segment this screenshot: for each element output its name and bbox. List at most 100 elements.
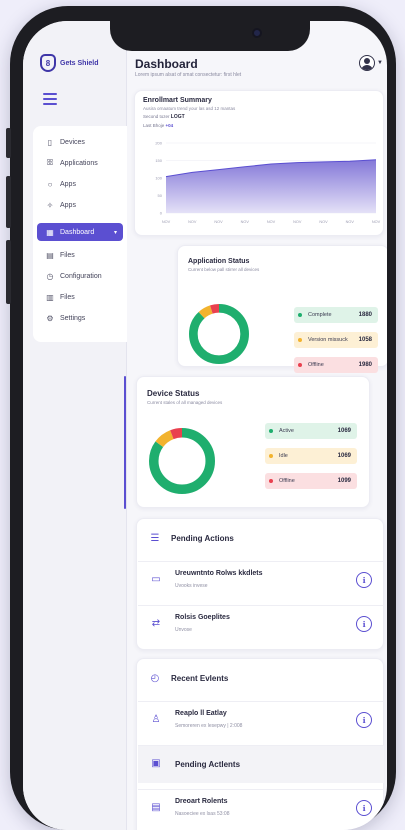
- application-status-donut: [189, 304, 249, 364]
- sidebar-item-label: Files: [60, 293, 75, 301]
- section-title: Pending Actions: [171, 534, 234, 543]
- application-status-card: Application Status Current below pall st…: [177, 245, 387, 373]
- stat-line: Second tozer LOGT: [143, 114, 235, 120]
- sidebar-item-label: Apps: [60, 180, 76, 188]
- card-subtitle: Current stales of all managed devices: [147, 400, 223, 405]
- legend-offline: Offline 1099: [265, 473, 357, 489]
- legend-value: 1069: [337, 428, 351, 434]
- phone-side-button: [6, 128, 11, 158]
- list-item[interactable]: ⇄ Rolsis Goeplites Unvose ℹ: [138, 605, 384, 643]
- selection-indicator: [124, 376, 126, 509]
- sidebar-item-dashboard[interactable]: ▦ Dashboard ▾: [37, 223, 123, 241]
- item-title: Pending Actlents: [175, 760, 241, 769]
- sidebar-item-settings[interactable]: ⚙ Settings: [45, 309, 85, 327]
- legend-value: 1058: [358, 337, 372, 343]
- series-area: [166, 159, 376, 213]
- legend-label: Idle: [279, 453, 288, 459]
- status-dot: [269, 479, 273, 483]
- clock-icon: ◷: [46, 271, 54, 281]
- sidebar-item-devices[interactable]: ▯ Devices: [45, 133, 85, 151]
- sidebar-item-label: Settings: [60, 314, 86, 322]
- legend-label: Complete: [308, 312, 332, 318]
- list-icon: ☰: [150, 533, 160, 544]
- grid-icon: ▦: [46, 227, 54, 237]
- info-icon[interactable]: ℹ: [356, 800, 372, 816]
- device-icon: ▯: [47, 137, 53, 147]
- stat-value: +04: [165, 123, 174, 128]
- sidebar-item-files-2[interactable]: ▥ Files: [45, 288, 75, 306]
- card-subtitle: Current below pall stirrer all devices: [188, 267, 260, 272]
- legend-idle: Idle 1069: [265, 448, 357, 464]
- sidebar: 8 Gets Shield ▯ Devices ꕥ Applications ○…: [23, 21, 127, 830]
- x-tick-label: NOV: [188, 220, 197, 224]
- info-icon[interactable]: ℹ: [356, 616, 372, 632]
- legend-value: 1880: [358, 312, 372, 318]
- sidebar-item-label: Apps: [60, 201, 76, 209]
- phone-screen: 8 Gets Shield ▯ Devices ꕥ Applications ○…: [23, 21, 387, 830]
- legend-offline: Offline 1980: [294, 357, 378, 373]
- legend-version-missuck: Version missuck 1058: [294, 332, 378, 348]
- legend-label: Version missuck: [308, 337, 348, 343]
- status-dot: [298, 313, 302, 317]
- stat-label: Last Bhoje: [143, 123, 165, 128]
- card-title: Enrollmart Summary: [143, 97, 212, 104]
- chevron-down-icon[interactable]: ▼: [377, 60, 383, 66]
- users-icon: ꕥ: [46, 158, 54, 167]
- list-item[interactable]: ▤ Dreoart Rolents Nasoeciee ex lsas 53:0…: [138, 789, 384, 827]
- x-tick-label: NOV: [162, 220, 171, 224]
- status-dot: [298, 338, 302, 342]
- legend-complete: Complete 1880: [294, 307, 378, 323]
- x-tick-label: NOV: [372, 220, 381, 224]
- info-icon[interactable]: ℹ: [356, 572, 372, 588]
- sidebar-item-applications[interactable]: ꕥ Applications: [45, 154, 98, 172]
- donut-slice: [189, 304, 249, 364]
- sidebar-item-apps[interactable]: ○ Apps: [45, 175, 76, 193]
- file-icon: ▤: [46, 250, 54, 260]
- card-subtitle: Ausira ornaatum trend your las asd 12 ma…: [143, 106, 236, 111]
- item-title: Ureuwntnto Rolws kkdlets: [175, 570, 263, 577]
- sidebar-item-label: Applications: [60, 159, 98, 167]
- legend-value: 1980: [358, 362, 372, 368]
- card-title: Application Status: [188, 258, 250, 265]
- x-tick-label: NOV: [346, 220, 355, 224]
- item-title: Rolsis Goeplites: [175, 614, 230, 621]
- legend-value: 1099: [337, 478, 351, 484]
- sparkle-icon: ✧: [46, 200, 54, 210]
- sync-icon: ⇄: [151, 618, 161, 629]
- sidebar-item-apps-2[interactable]: ✧ Apps: [45, 196, 76, 214]
- sidebar-nav: ▯ Devices ꕥ Applications ○ Apps ✧ Apps ▦…: [33, 126, 127, 342]
- document-icon: ▥: [46, 292, 54, 302]
- section-title: Recent Evlents: [171, 674, 229, 683]
- item-title: Dreoart Rolents: [175, 798, 228, 805]
- device-status-card: Device Status Current stales of all mana…: [136, 376, 370, 508]
- list-item[interactable]: ▣ Pending Actlents: [138, 745, 384, 783]
- camera-icon: [252, 28, 262, 38]
- circle-icon: ○: [47, 179, 53, 189]
- document-icon: ▤: [151, 802, 161, 813]
- legend-label: Active: [279, 428, 294, 434]
- item-subtitle: Semoreren ex lesepwy | 2:008: [175, 723, 243, 729]
- info-icon[interactable]: ℹ: [356, 712, 372, 728]
- x-tick-label: NOV: [267, 220, 276, 224]
- legend-active: Active 1069: [265, 423, 357, 439]
- y-tick-label: 50: [158, 193, 163, 198]
- stat-label: Second tozer: [143, 114, 170, 119]
- sidebar-item-label: Devices: [60, 138, 85, 146]
- shield-logo-icon: 8: [40, 54, 56, 72]
- sidebar-item-label: Dashboard: [60, 228, 95, 236]
- item-subtitle: Uvooks invese: [175, 583, 208, 589]
- x-tick-label: NOV: [319, 220, 328, 224]
- sidebar-item-files[interactable]: ▤ Files: [45, 246, 75, 264]
- sidebar-item-configuration[interactable]: ◷ Configuration: [45, 267, 102, 285]
- x-tick-label: NOV: [293, 220, 302, 224]
- pending-actions-card: ☰ Pending Actions ▭ Ureuwntnto Rolws kkd…: [136, 518, 384, 650]
- page-title: Dashboard: [135, 57, 198, 71]
- timer-icon: ◴: [150, 673, 160, 684]
- section-header: ◴ Recent Evlents: [149, 673, 229, 684]
- app-logo[interactable]: 8 Gets Shield: [40, 54, 99, 72]
- avatar[interactable]: [359, 55, 375, 71]
- menu-icon[interactable]: [43, 93, 57, 108]
- list-item[interactable]: ▭ Ureuwntnto Rolws kkdlets Uvooks invese…: [138, 561, 384, 599]
- status-dot: [269, 454, 273, 458]
- list-item[interactable]: ♙ Reaplo ll Eatlay Semoreren ex lesepwy …: [138, 701, 384, 739]
